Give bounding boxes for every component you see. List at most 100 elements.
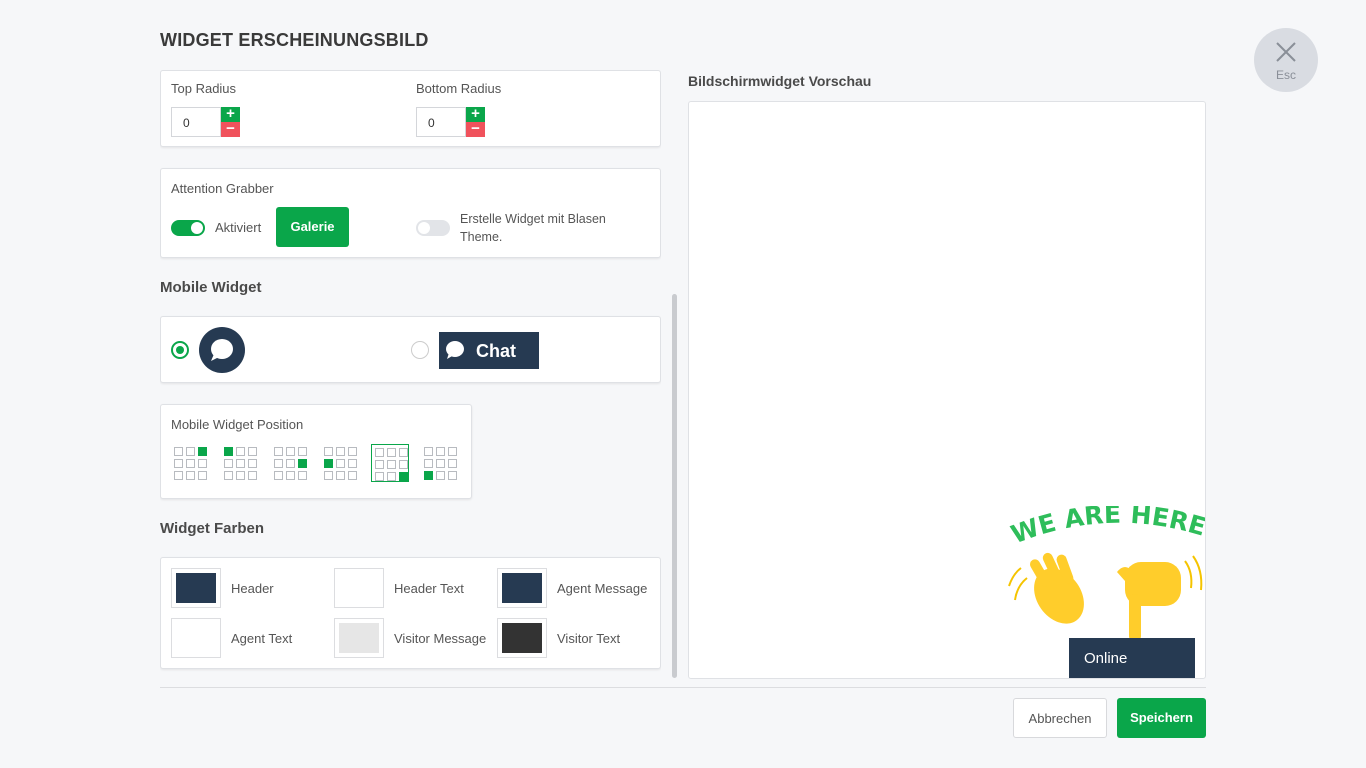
close-button[interactable]: Esc <box>1254 28 1318 92</box>
position-grid-cell <box>236 471 245 480</box>
visitor-message-color-swatch[interactable] <box>334 618 384 658</box>
position-grid-cell <box>448 459 457 468</box>
position-grid-cell <box>198 459 207 468</box>
mobile-position-title: Mobile Widget Position <box>171 417 304 432</box>
position-grid-cell <box>186 459 195 468</box>
position-grid-cell <box>336 459 345 468</box>
swatch-fill <box>502 623 542 653</box>
position-grid-cell <box>336 447 345 456</box>
top-radius-decrease-button[interactable]: − <box>221 121 240 137</box>
position-grid-cell <box>348 459 357 468</box>
bottom-radius-stepper: 0 + − <box>416 106 486 137</box>
position-grid-cell <box>436 471 445 480</box>
swatch-fill <box>176 573 216 603</box>
header-text-color-label: Header Text <box>394 581 464 596</box>
position-grid-cell <box>298 459 307 468</box>
position-option-6[interactable] <box>421 444 459 482</box>
header-color-swatch[interactable] <box>171 568 221 608</box>
settings-scrollbar[interactable] <box>672 294 677 678</box>
position-grid-cell <box>399 472 408 481</box>
agent-text-color-swatch[interactable] <box>171 618 221 658</box>
we-are-here-banner: WE ARE HERE! <box>1007 506 1206 642</box>
position-grid-cell <box>274 459 283 468</box>
position-grid-cell <box>198 471 207 480</box>
position-grid-cell <box>224 459 233 468</box>
header-text-color-swatch[interactable] <box>334 568 384 608</box>
agent-message-color-swatch[interactable] <box>497 568 547 608</box>
chat-label: Chat <box>476 341 516 361</box>
swatch-fill <box>502 573 542 603</box>
agent-message-color-label: Agent Message <box>557 581 648 596</box>
position-grid-cell <box>424 459 433 468</box>
bubble-theme-toggle[interactable] <box>416 220 450 236</box>
position-grid-cell <box>424 447 433 456</box>
pointing-down-hand-icon <box>1117 555 1203 642</box>
preview-title: Bildschirmwidget Vorschau <box>688 73 872 89</box>
toggle-knob <box>418 222 430 234</box>
position-grid-cell <box>399 460 408 469</box>
esc-label: Esc <box>1275 68 1296 82</box>
online-status-bar[interactable]: Online <box>1069 638 1195 678</box>
bottom-radius-label: Bottom Radius <box>416 81 502 96</box>
position-grid-cell <box>387 460 396 469</box>
page-title: WIDGET ERSCHEINUNGSBILD <box>160 30 429 50</box>
position-grid-cell <box>336 471 345 480</box>
position-grid-cell <box>174 471 183 480</box>
position-option-2[interactable] <box>221 444 259 482</box>
position-grid-cell <box>324 447 333 456</box>
bottom-radius-decrease-button[interactable]: − <box>466 121 485 137</box>
position-option-4[interactable] <box>321 444 359 482</box>
position-grid-cell <box>186 447 195 456</box>
round-widget-radio[interactable] <box>171 341 189 359</box>
position-grid-cell <box>448 447 457 456</box>
position-grid-cell <box>399 448 408 457</box>
position-grid-cell <box>224 471 233 480</box>
save-button[interactable]: Speichern <box>1117 698 1206 738</box>
we-are-here-text: WE ARE HERE! <box>1007 506 1206 549</box>
chat-widget-radio[interactable] <box>411 341 429 359</box>
attention-grabber-toggle[interactable] <box>171 220 205 236</box>
attention-grabber-toggle-label: Aktiviert <box>215 220 262 235</box>
visitor-text-color-label: Visitor Text <box>557 631 621 646</box>
visitor-text-color-swatch[interactable] <box>497 618 547 658</box>
agent-text-color-label: Agent Text <box>231 631 293 646</box>
position-grid-cell <box>274 447 283 456</box>
bottom-radius-input[interactable]: 0 <box>416 107 466 137</box>
position-grid-cell <box>348 471 357 480</box>
attention-grabber-card: Attention Grabber Aktiviert Galerie Erst… <box>160 168 661 258</box>
settings-panel[interactable]: Top Radius 0 + − Bottom Radius 0 + − Att… <box>160 70 661 680</box>
position-grid-cell <box>198 447 207 456</box>
widget-colors-card: Header Header Text Agent Message Agent T… <box>160 557 661 669</box>
top-radius-input[interactable]: 0 <box>171 107 221 137</box>
position-grid-cell <box>324 459 333 468</box>
radius-card: Top Radius 0 + − Bottom Radius 0 + − <box>160 70 661 147</box>
position-grid-cell <box>274 471 283 480</box>
cancel-button[interactable]: Abbrechen <box>1013 698 1107 738</box>
top-radius-stepper: 0 + − <box>171 106 241 137</box>
mobile-widget-title: Mobile Widget <box>160 279 262 296</box>
position-grid-cell <box>286 471 295 480</box>
position-grid-cell <box>424 471 433 480</box>
position-grid-cell <box>436 447 445 456</box>
position-option-3[interactable] <box>271 444 309 482</box>
position-grid-cell <box>248 471 257 480</box>
position-grid-cell <box>286 447 295 456</box>
position-option-1[interactable] <box>171 444 209 482</box>
position-grid-cell <box>236 447 245 456</box>
position-grid-cell <box>298 471 307 480</box>
swatch-fill <box>339 573 379 603</box>
position-grid-cell <box>387 472 396 481</box>
swatch-fill <box>176 623 216 653</box>
position-grid-cell <box>375 460 384 469</box>
position-grid-cell <box>348 447 357 456</box>
position-grid-cell <box>224 447 233 456</box>
position-grid-cell <box>248 447 257 456</box>
position-option-5[interactable] <box>371 444 409 482</box>
gallery-button[interactable]: Galerie <box>276 207 349 247</box>
footer-divider <box>160 687 1206 688</box>
position-grid-cell <box>448 471 457 480</box>
chat-bubble-icon <box>446 341 464 359</box>
chat-bubble-round-icon <box>199 327 245 373</box>
position-grid-cell <box>174 447 183 456</box>
position-grid-cell <box>286 459 295 468</box>
